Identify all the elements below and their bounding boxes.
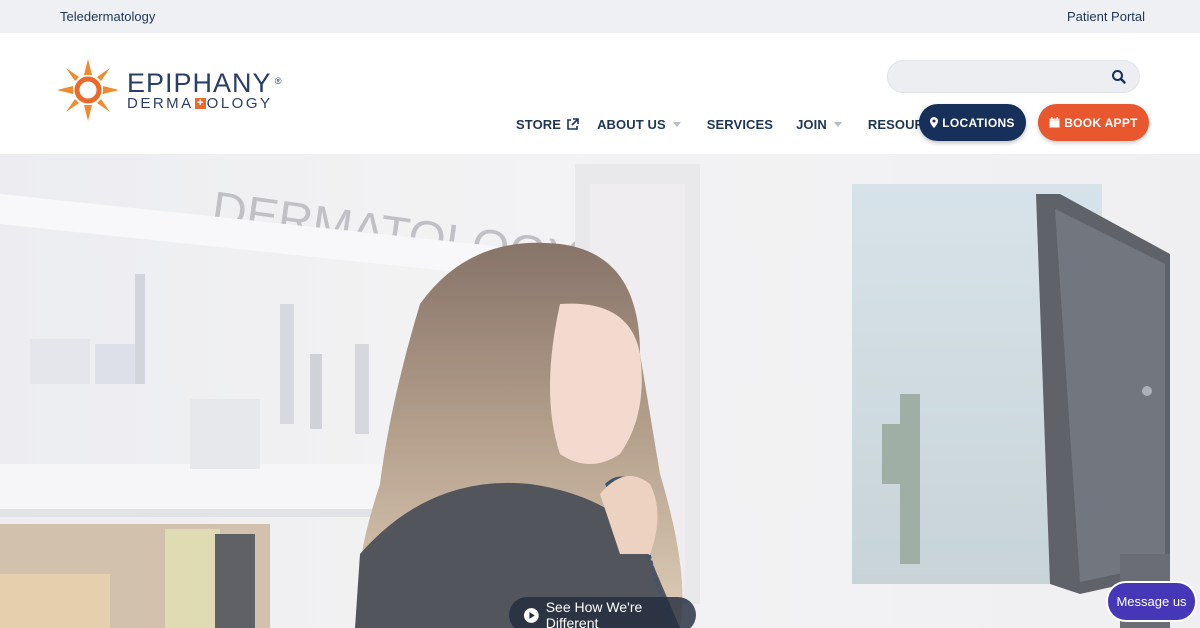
main-nav: STORE ABOUT US SERVICES JOIN RESOURCES (516, 114, 967, 134)
sun-logo-icon (57, 59, 119, 121)
chevron-down-icon (833, 121, 842, 127)
registered-mark: ® (274, 75, 283, 86)
logo-name-text: EPIPHANY (127, 67, 272, 98)
play-icon (524, 607, 539, 623)
message-us-label: Message us (1116, 594, 1187, 609)
book-appt-button[interactable]: BOOK APPT (1038, 104, 1149, 141)
message-us-button[interactable]: Message us (1108, 583, 1195, 620)
chevron-down-icon (672, 121, 681, 127)
book-appt-label: BOOK APPT (1064, 115, 1138, 130)
top-bar: Teledermatology Patient Portal (0, 0, 1200, 33)
watch-video-label: See How We're Different (545, 599, 643, 628)
search-input[interactable] (902, 68, 1102, 86)
logo-wordmark: EPIPHANY ® DERMA + OLOGY (127, 67, 282, 111)
logo-name: EPIPHANY ® (127, 67, 282, 98)
nav-store[interactable]: STORE (516, 117, 579, 132)
logo-sub-right: OLOGY (206, 94, 273, 112)
nav-store-label: STORE (516, 116, 562, 132)
site-header: EPIPHANY ® DERMA + OLOGY STORE ABOUT US … (0, 33, 1200, 154)
logo-sub-left: DERMA (127, 94, 194, 112)
hero-photo: DERMATOLOGY (0, 154, 1200, 628)
nav-about-us[interactable]: ABOUT US (597, 117, 681, 132)
calendar-icon (1049, 117, 1060, 128)
nav-join[interactable]: JOIN (796, 117, 842, 132)
external-link-icon (567, 117, 579, 130)
teledermatology-link[interactable]: Teledermatology (60, 9, 155, 24)
patient-portal-link[interactable]: Patient Portal (1067, 9, 1145, 24)
locations-button[interactable]: LOCATIONS (919, 104, 1026, 141)
nav-join-label: JOIN (796, 116, 827, 132)
hero-section: DERMATOLOGY See How We're Different Mess… (0, 154, 1200, 628)
map-pin-icon (930, 117, 939, 128)
locations-label: LOCATIONS (942, 115, 1015, 130)
plus-icon: + (194, 97, 206, 109)
watch-video-button[interactable]: See How We're Different (509, 597, 696, 628)
logo-subtitle: DERMA + OLOGY (127, 96, 273, 111)
nav-services-label: SERVICES (706, 116, 774, 132)
nav-services[interactable]: SERVICES (707, 117, 773, 132)
search-box (887, 60, 1140, 93)
page: Teledermatology Patient Portal EPIPHANY … (0, 0, 1200, 628)
logo[interactable]: EPIPHANY ® DERMA + OLOGY (55, 57, 282, 123)
search-icon[interactable] (1110, 68, 1128, 86)
nav-about-us-label: ABOUT US (597, 116, 666, 132)
